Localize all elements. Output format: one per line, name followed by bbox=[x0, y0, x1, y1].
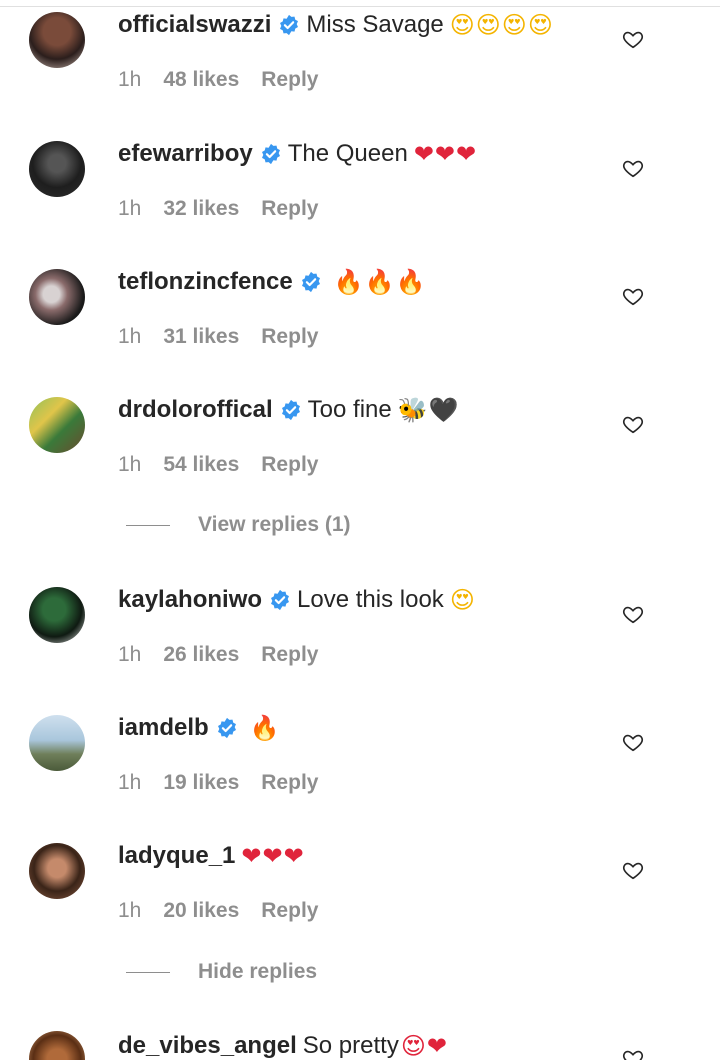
comment-likes[interactable]: 48 likes bbox=[163, 68, 239, 92]
like-heart-icon[interactable] bbox=[622, 28, 644, 50]
comment-username[interactable]: kaylahoniwo bbox=[118, 586, 262, 614]
comment-item: efewarriboy The Queen ❤❤❤ 1h 32 likes Re… bbox=[0, 129, 720, 249]
comment-time: 1h bbox=[118, 197, 142, 220]
comment-time: 1h bbox=[118, 771, 142, 794]
avatar[interactable] bbox=[29, 843, 85, 899]
verified-badge-icon bbox=[271, 589, 290, 611]
like-heart-icon[interactable] bbox=[622, 731, 644, 753]
comment-item: de_vibes_angel So pretty 😍❤ bbox=[0, 1021, 720, 1060]
comment-likes[interactable]: 31 likes bbox=[163, 325, 239, 349]
comment-emoji: 😍😍😍😍 bbox=[449, 11, 554, 39]
comment-item: ladyque_1 ❤❤❤ 1h 20 likes Reply bbox=[0, 831, 720, 951]
hide-replies-label: Hide replies bbox=[198, 960, 318, 983]
comment-time: 1h bbox=[118, 899, 142, 922]
comment-username[interactable]: efewarriboy bbox=[118, 140, 253, 168]
comment-item: drdoloroffical Too fine 🐝🖤 1h 54 likes R… bbox=[0, 385, 720, 505]
reply-thread-line bbox=[126, 971, 170, 973]
comment-likes[interactable]: 54 likes bbox=[163, 453, 239, 477]
comment-text: The Queen bbox=[287, 140, 408, 167]
comment-likes[interactable]: 20 likes bbox=[163, 899, 239, 923]
comment-item: kaylahoniwo Love this look 😍 1h 26 likes… bbox=[0, 575, 720, 695]
comment-username[interactable]: officialswazzi bbox=[118, 11, 271, 39]
verified-badge-icon bbox=[217, 717, 236, 739]
like-heart-icon[interactable] bbox=[622, 157, 644, 179]
comment-item: teflonzincfence 🔥🔥🔥 1h 31 likes Reply bbox=[0, 257, 720, 377]
comment-username[interactable]: drdoloroffical bbox=[118, 396, 273, 424]
reply-button[interactable]: Reply bbox=[261, 197, 318, 221]
comment-username[interactable]: ladyque_1 bbox=[118, 842, 235, 870]
avatar[interactable] bbox=[29, 12, 85, 68]
comment-username[interactable]: teflonzincfence bbox=[118, 268, 293, 296]
verified-badge-icon bbox=[261, 143, 280, 165]
comment-emoji: 🔥🔥🔥 bbox=[333, 268, 427, 296]
comment-emoji: 😍❤ bbox=[400, 1032, 448, 1060]
verified-badge-icon bbox=[280, 14, 299, 36]
comment-username[interactable]: de_vibes_angel bbox=[118, 1032, 297, 1060]
view-replies-label: View replies (1) bbox=[198, 513, 351, 536]
comment-emoji: ❤❤❤ bbox=[413, 140, 478, 168]
comment-text: Too fine bbox=[307, 396, 392, 423]
comment-emoji: 🐝🖤 bbox=[397, 396, 460, 424]
verified-badge-icon bbox=[301, 271, 320, 293]
reply-button[interactable]: Reply bbox=[261, 899, 318, 923]
comment-likes[interactable]: 19 likes bbox=[163, 771, 239, 795]
avatar[interactable] bbox=[29, 141, 85, 197]
hide-replies-button[interactable]: Hide replies bbox=[126, 960, 317, 984]
reply-button[interactable]: Reply bbox=[261, 643, 318, 667]
view-replies-button[interactable]: View replies (1) bbox=[126, 513, 351, 537]
comment-time: 1h bbox=[118, 643, 142, 666]
reply-button[interactable]: Reply bbox=[261, 771, 318, 795]
reply-thread-line bbox=[126, 524, 170, 526]
comment-username[interactable]: iamdelb bbox=[118, 714, 209, 742]
comment-likes[interactable]: 32 likes bbox=[163, 197, 239, 221]
comment-item: iamdelb 🔥 1h 19 likes Reply bbox=[0, 703, 720, 823]
avatar[interactable] bbox=[29, 715, 85, 771]
comment-emoji: 😍 bbox=[449, 586, 476, 614]
comment-item: officialswazzi Miss Savage 😍😍😍😍 1h 48 li… bbox=[0, 0, 720, 120]
avatar[interactable] bbox=[29, 269, 85, 325]
reply-button[interactable]: Reply bbox=[261, 453, 318, 477]
like-heart-icon[interactable] bbox=[622, 859, 644, 881]
comment-time: 1h bbox=[118, 453, 142, 476]
like-heart-icon[interactable] bbox=[622, 285, 644, 307]
comment-text: Love this look bbox=[297, 586, 444, 613]
comment-emoji: ❤❤❤ bbox=[241, 842, 305, 870]
like-heart-icon[interactable] bbox=[622, 603, 644, 625]
comment-emoji: 🔥 bbox=[249, 714, 281, 742]
comment-time: 1h bbox=[118, 68, 142, 91]
like-heart-icon[interactable] bbox=[622, 413, 644, 435]
comment-text: Miss Savage bbox=[306, 11, 444, 38]
verified-badge-icon bbox=[281, 399, 300, 421]
comment-text: So pretty bbox=[302, 1032, 399, 1059]
comment-likes[interactable]: 26 likes bbox=[163, 643, 239, 667]
like-heart-icon[interactable] bbox=[622, 1047, 644, 1060]
avatar[interactable] bbox=[29, 397, 85, 453]
avatar[interactable] bbox=[29, 1031, 85, 1060]
avatar[interactable] bbox=[29, 587, 85, 643]
reply-button[interactable]: Reply bbox=[261, 325, 318, 349]
reply-button[interactable]: Reply bbox=[261, 68, 318, 92]
comment-time: 1h bbox=[118, 325, 142, 348]
